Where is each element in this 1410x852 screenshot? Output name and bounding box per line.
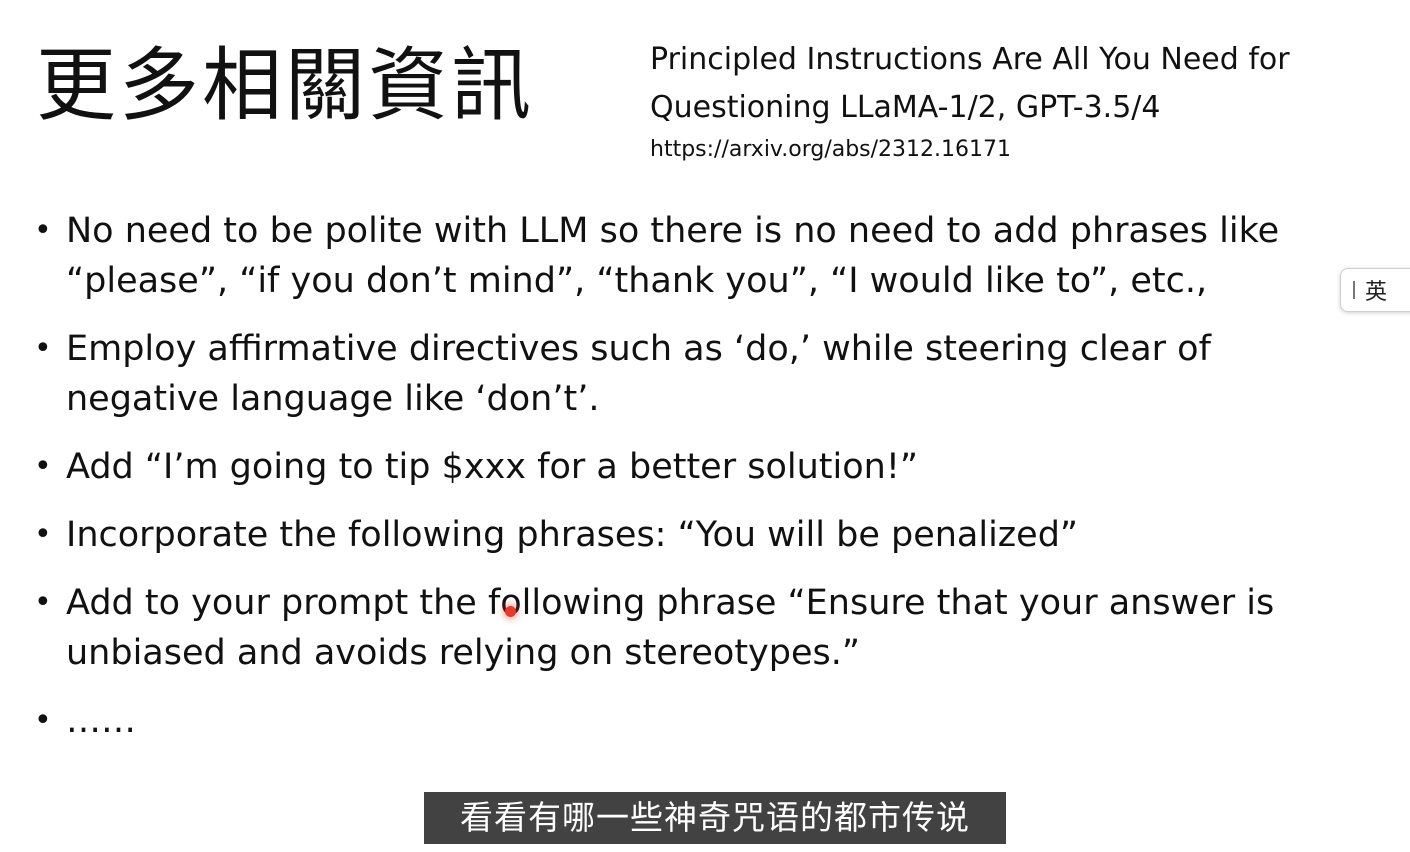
video-subtitle: 看看有哪一些神奇咒语的都市传说 [424, 792, 1006, 844]
ime-cursor-icon [1353, 281, 1355, 299]
reference-title-line-2: Questioning LLaMA-1/2, GPT-3.5/4 [650, 90, 1161, 125]
bullet-text-line-1: Add “I’m going to tip $xxx for a better … [66, 447, 918, 487]
reference-title-line-1: Principled Instructions Are All You Need… [650, 42, 1290, 77]
bullet-item: • Employ affirmative directives such as … [28, 324, 1398, 424]
bullet-text-line-2: unbiased and avoids relying on stereotyp… [66, 633, 861, 673]
bullet-dot: • [34, 517, 52, 552]
bullet-text-line-2: negative language like ‘don’t’. [66, 379, 600, 419]
pointer-highlight-dot [505, 606, 516, 617]
bullet-text-line-1: No need to be polite with LLM so there i… [66, 211, 1280, 251]
bullet-text-line-1: …… [66, 701, 136, 741]
bullet-item: • …… [28, 696, 1398, 746]
bullet-text-line-2: “please”, “if you don’t mind”, “thank yo… [66, 261, 1208, 301]
bullet-dot: • [34, 585, 52, 620]
bullet-item: • No need to be polite with LLM so there… [28, 206, 1398, 306]
reference-url: https://arxiv.org/abs/2312.16171 [650, 137, 1012, 162]
bullet-text-line-1: Incorporate the following phrases: “You … [66, 515, 1079, 555]
bullet-item: • Add “I’m going to tip $xxx for a bette… [28, 442, 1398, 492]
bullet-text-line-1: Add to your prompt the following phrase … [66, 583, 1275, 623]
bullet-text-line-1: Employ affirmative directives such as ‘d… [66, 329, 1211, 369]
bullet-item: • Incorporate the following phrases: “Yo… [28, 510, 1398, 560]
bullet-item: • Add to your prompt the following phras… [28, 578, 1398, 678]
reference-title: Principled Instructions Are All You Need… [650, 36, 1390, 132]
bullet-dot: • [34, 331, 52, 366]
slide-title: 更多相關資訊 [36, 39, 534, 132]
bullet-list: • No need to be polite with LLM so there… [28, 206, 1398, 764]
bullet-dot: • [34, 703, 52, 738]
ime-mode-label: 英 [1365, 280, 1388, 305]
bullet-dot: • [34, 449, 52, 484]
reference-block: Principled Instructions Are All You Need… [650, 36, 1390, 166]
ime-language-indicator[interactable]: 英 [1340, 268, 1410, 312]
bullet-dot: • [34, 213, 52, 248]
